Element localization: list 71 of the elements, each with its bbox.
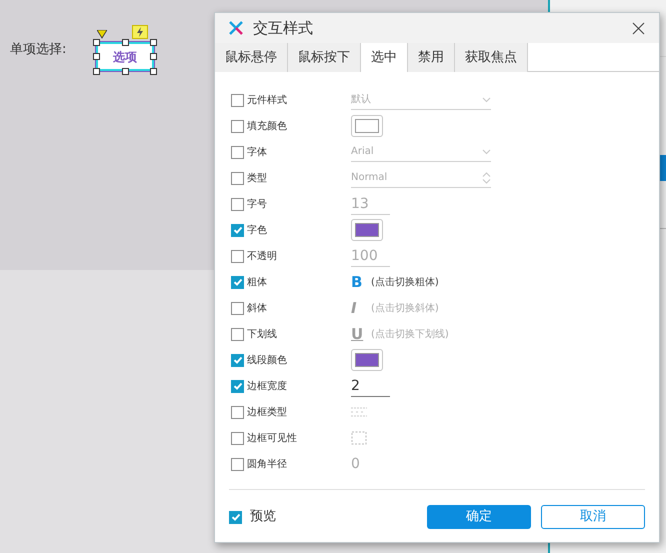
dropdown[interactable]: Arial — [351, 142, 491, 162]
color-swatch[interactable] — [351, 115, 383, 137]
option-label: 元件样式 — [247, 94, 287, 108]
checkbox[interactable] — [231, 302, 244, 314]
color-swatch[interactable] — [351, 349, 383, 371]
option-label: 字色 — [247, 224, 267, 238]
checkbox[interactable] — [231, 380, 244, 392]
widget-box[interactable]: 选项 — [96, 42, 154, 71]
logo-icon — [229, 21, 243, 35]
number-field[interactable]: 0 — [351, 453, 390, 473]
hint-text: (点击切换斜体) — [371, 302, 439, 316]
option-label: 字体 — [247, 146, 267, 160]
tab[interactable]: 获取焦点 — [455, 43, 528, 72]
checkbox[interactable] — [231, 120, 244, 132]
number-field[interactable]: 100 — [351, 245, 390, 267]
checkbox[interactable] — [231, 198, 244, 210]
hint-text: (点击切换粗体) — [371, 276, 439, 290]
checkbox[interactable] — [231, 276, 244, 288]
tab[interactable]: 选中 — [361, 43, 408, 72]
color-swatch[interactable] — [351, 219, 383, 241]
checkbox[interactable] — [231, 146, 244, 158]
option-label: 填充颜色 — [247, 120, 287, 134]
marker-triangle-icon — [97, 30, 107, 39]
dropdown[interactable]: Normal — [351, 168, 491, 188]
dropdown[interactable]: 默认 — [351, 90, 491, 110]
cancel-button[interactable]: 取消 — [541, 505, 645, 529]
checkbox[interactable] — [231, 354, 244, 366]
hint-text: (点击切换下划线) — [371, 328, 449, 342]
checkbox[interactable] — [229, 510, 242, 524]
tab[interactable]: 鼠标悬停 — [215, 43, 288, 72]
option-label: 类型 — [247, 172, 267, 186]
preview-label: 预览 — [250, 508, 276, 526]
option-text: 选项 — [113, 48, 137, 66]
spinner-arrows-icon — [482, 172, 491, 184]
option-label: 字号 — [247, 198, 267, 212]
checkbox[interactable] — [231, 406, 244, 418]
checkbox[interactable] — [231, 224, 244, 236]
option-label: 粗体 — [247, 276, 267, 290]
chevron-down-icon — [482, 148, 491, 154]
resize-handle[interactable] — [122, 68, 129, 75]
checkbox[interactable] — [231, 172, 244, 184]
format-toggle[interactable]: U — [351, 322, 363, 346]
close-icon[interactable] — [632, 22, 645, 34]
chevron-down-icon — [482, 96, 491, 102]
border-visibility-icon[interactable] — [351, 431, 367, 445]
checkbox[interactable] — [231, 458, 244, 470]
resize-handle[interactable] — [150, 68, 157, 75]
checkbox[interactable] — [231, 432, 244, 444]
checkbox[interactable] — [231, 328, 244, 340]
option-label: 不透明 — [247, 250, 277, 264]
number-field[interactable]: 13 — [351, 193, 390, 215]
tab[interactable]: 禁用 — [408, 43, 455, 72]
field-label: 单项选择: — [10, 41, 66, 59]
format-toggle[interactable]: I — [351, 296, 363, 320]
option-label: 边框可见性 — [247, 432, 297, 446]
confirm-button[interactable]: 确定 — [427, 505, 531, 529]
option-label: 边框类型 — [247, 406, 287, 420]
lightning-icon — [132, 25, 148, 39]
tab[interactable]: 鼠标按下 — [288, 43, 361, 72]
option-label: 斜体 — [247, 302, 267, 316]
dialog-title: 交互样式 — [253, 18, 313, 39]
format-toggle[interactable]: B — [351, 270, 363, 294]
number-field[interactable]: 2 — [351, 375, 390, 397]
option-label: 圆角半径 — [247, 458, 287, 472]
resize-handle[interactable] — [93, 68, 100, 75]
option-label: 边框宽度 — [247, 380, 287, 394]
option-label: 线段颜色 — [247, 354, 287, 368]
resize-handle[interactable] — [122, 39, 129, 46]
checkbox[interactable] — [231, 250, 244, 262]
checkbox[interactable] — [231, 94, 244, 106]
option-label: 下划线 — [247, 328, 277, 342]
